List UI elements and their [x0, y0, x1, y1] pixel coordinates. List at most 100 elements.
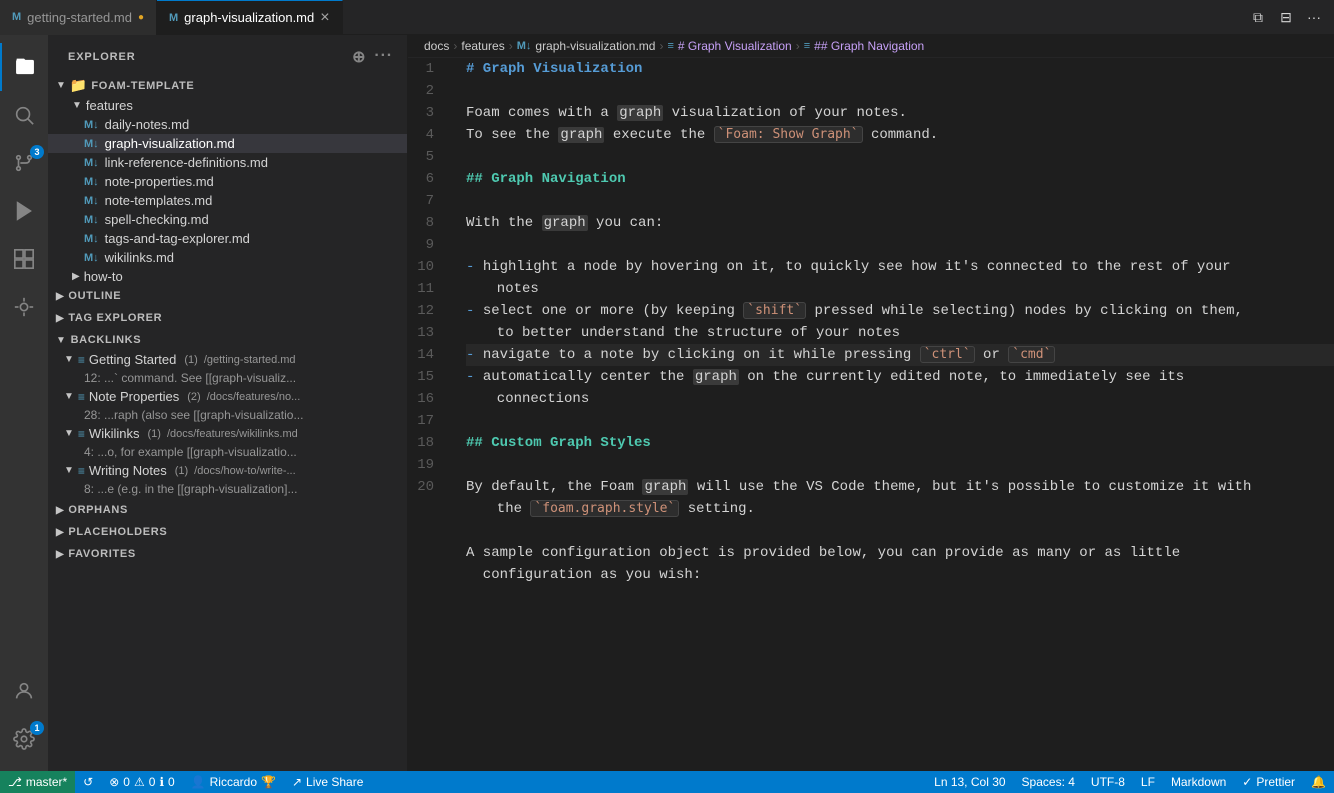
features-folder[interactable]: ▼ features [48, 96, 407, 115]
root-folder[interactable]: ▼ 📁 FOAM-TEMPLATE [48, 75, 407, 96]
more-actions-button[interactable]: ··· [1302, 5, 1326, 29]
line-11-shift-code: `shift` [743, 302, 806, 319]
status-notification[interactable]: 🔔 [1303, 771, 1334, 793]
tab-label-graph-viz: graph-visualization.md [184, 10, 314, 25]
tab-actions: ⧉ ⊟ ··· [1238, 5, 1334, 29]
tag-explorer-header[interactable]: ▶ TAG EXPLORER [48, 308, 407, 328]
toggle-panel-button[interactable]: ⊟ [1274, 5, 1298, 29]
activity-extensions[interactable] [0, 235, 48, 283]
code-line-9 [466, 234, 1334, 256]
breadcrumb-features[interactable]: features [461, 39, 504, 53]
error-icon: ⊗ [109, 775, 119, 789]
file-label-note-props: note-properties.md [105, 174, 214, 189]
activity-search[interactable] [0, 91, 48, 139]
backlink-writing-notes[interactable]: ▼ ≡ Writing Notes (1) /docs/how-to/write… [48, 461, 407, 480]
status-language[interactable]: Markdown [1163, 771, 1234, 793]
line-3-graph-highlight: graph [617, 105, 663, 121]
orphans-header[interactable]: ▶ ORPHANS [48, 500, 407, 520]
file-daily-notes[interactable]: M↓ daily-notes.md [48, 115, 407, 134]
line-11-bullet: - [466, 300, 483, 322]
tab-graph-visualization[interactable]: M graph-visualization.md × [157, 0, 343, 35]
howto-folder[interactable]: ▶ how-to [48, 267, 407, 286]
code-line-13b: connections [466, 388, 1334, 410]
bl-gs-label: Getting Started [89, 352, 176, 367]
line-11-text: select one or more (by keeping `shift` p… [483, 300, 1243, 322]
tab-getting-started[interactable]: M getting-started.md ● [0, 0, 157, 35]
status-encoding[interactable]: UTF-8 [1083, 771, 1133, 793]
code-line-5 [466, 146, 1334, 168]
bl-np-path: /docs/features/no... [207, 391, 301, 403]
file-tags[interactable]: M↓ tags-and-tag-explorer.md [48, 229, 407, 248]
status-line-ending[interactable]: LF [1133, 771, 1163, 793]
ln-17: 17 [408, 410, 442, 432]
file-note-props[interactable]: M↓ note-properties.md [48, 172, 407, 191]
breadcrumb-h1[interactable]: # Graph Visualization [678, 39, 792, 53]
code-line-6: ## Graph Navigation [466, 168, 1334, 190]
activity-git[interactable]: 3 [0, 139, 48, 187]
file-note-templates[interactable]: M↓ note-templates.md [48, 191, 407, 210]
line-4-code: `Foam: Show Graph` [714, 126, 863, 143]
backlink-gs-sub[interactable]: 12: ...` command. See [[graph-visualiz..… [48, 369, 407, 387]
status-formatter[interactable]: ✓ Prettier [1234, 771, 1303, 793]
formatter-icon: ✓ [1242, 775, 1252, 789]
status-cursor[interactable]: Ln 13, Col 30 [926, 771, 1013, 793]
info-icon: ℹ [159, 775, 164, 789]
line-10-bullet: - [466, 256, 483, 278]
bl-gs-sub-text: 12: ...` command. See [[graph-visualiz..… [84, 371, 296, 385]
activity-settings[interactable]: 1 [0, 715, 48, 763]
placeholders-header[interactable]: ▶ PLACEHOLDERS [48, 522, 407, 542]
outline-label: OUTLINE [68, 290, 121, 302]
activity-foam[interactable] [0, 283, 48, 331]
line-numbers: 1 2 3 4 5 6 7 8 9 10 11 12 13 14 15 16 1… [408, 58, 458, 771]
live-share-icon: ↗ [292, 775, 302, 789]
split-editor-button[interactable]: ⧉ [1246, 5, 1270, 29]
favorites-chevron: ▶ [56, 549, 64, 560]
breadcrumb-h2[interactable]: ## Graph Navigation [814, 39, 924, 53]
file-link-ref[interactable]: M↓ link-reference-definitions.md [48, 153, 407, 172]
features-folder-label: features [86, 98, 133, 113]
cursor-position: Ln 13, Col 30 [934, 775, 1005, 789]
activity-debug[interactable] [0, 187, 48, 235]
backlink-wl-sub[interactable]: 4: ...o, for example [[graph-visualizati… [48, 443, 407, 461]
sidebar-content: ▼ 📁 FOAM-TEMPLATE ▼ features M↓ daily-no… [48, 75, 407, 771]
line-15-text: ## Custom Graph Styles [466, 432, 651, 454]
outline-header[interactable]: ▶ OUTLINE [48, 286, 407, 306]
status-sync[interactable]: ↺ [75, 771, 101, 793]
file-icon-note-props: M↓ [84, 176, 99, 188]
status-user[interactable]: 👤 Riccardo 🏆 [183, 771, 284, 793]
status-branch[interactable]: ⎇ master* [0, 771, 75, 793]
file-icon-spell-checking: M↓ [84, 214, 99, 226]
backlink-wn-sub[interactable]: 8: ...e (e.g. in the [[graph-visualizati… [48, 480, 407, 498]
file-graph-viz[interactable]: M↓ graph-visualization.md [48, 134, 407, 153]
breadcrumb-file-icon: M↓ [517, 40, 532, 52]
breadcrumb-filename[interactable]: graph-visualization.md [535, 39, 655, 53]
breadcrumb-h2-icon: ≡ [804, 40, 810, 52]
code-editor[interactable]: 1 2 3 4 5 6 7 8 9 10 11 12 13 14 15 16 1… [408, 58, 1334, 771]
status-spaces[interactable]: Spaces: 4 [1014, 771, 1083, 793]
code-line-11b: to better understand the structure of yo… [466, 322, 1334, 344]
backlinks-header[interactable]: ▼ BACKLINKS [48, 330, 407, 350]
backlink-getting-started[interactable]: ▼ ≡ Getting Started (1) /getting-started… [48, 350, 407, 369]
line-17b-text: the `foam.graph.style` setting. [480, 498, 755, 520]
code-lines[interactable]: # Graph Visualization Foam comes with a … [458, 58, 1334, 771]
breadcrumb-docs[interactable]: docs [424, 39, 449, 53]
code-line-15: ## Custom Graph Styles [466, 432, 1334, 454]
activity-explorer[interactable] [0, 43, 48, 91]
backlink-note-props[interactable]: ▼ ≡ Note Properties (2) /docs/features/n… [48, 387, 407, 406]
favorites-header[interactable]: ▶ FAVORITES [48, 544, 407, 564]
status-live-share[interactable]: ↗ Live Share [284, 771, 371, 793]
activity-account[interactable] [0, 667, 48, 715]
bl-np-icon: ≡ [78, 390, 85, 404]
more-menu-button[interactable]: ··· [372, 45, 395, 69]
backlink-wikilinks[interactable]: ▼ ≡ Wikilinks (1) /docs/features/wikilin… [48, 424, 407, 443]
file-wikilinks[interactable]: M↓ wikilinks.md [48, 248, 407, 267]
file-spell-checking[interactable]: M↓ spell-checking.md [48, 210, 407, 229]
new-file-button[interactable]: ⊕ [350, 45, 368, 69]
ln-7: 7 [408, 190, 442, 212]
ln-11: 11 [408, 278, 442, 300]
error-count: 0 [123, 775, 130, 789]
backlink-np-sub[interactable]: 28: ...raph (also see [[graph-visualizat… [48, 406, 407, 424]
status-errors[interactable]: ⊗ 0 ⚠ 0 ℹ 0 [101, 771, 182, 793]
bl-wn-label: Writing Notes [89, 463, 167, 478]
tab-close-graph-viz[interactable]: × [320, 9, 329, 27]
